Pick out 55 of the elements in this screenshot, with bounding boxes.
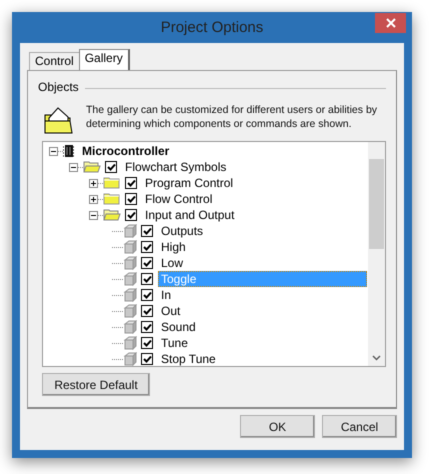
cube-icon — [123, 224, 137, 238]
checkbox[interactable] — [141, 241, 153, 253]
tree-item[interactable]: Low — [158, 255, 186, 271]
tree-item[interactable]: Tune — [158, 335, 191, 351]
tree-item[interactable]: Flowchart Symbols — [122, 159, 230, 175]
scrollbar[interactable] — [368, 142, 385, 366]
collapse-icon[interactable] — [49, 146, 58, 156]
cube-icon — [123, 256, 137, 270]
cube-icon — [123, 240, 137, 254]
tree-item[interactable]: Sound — [158, 319, 199, 335]
checkbox[interactable] — [105, 161, 117, 173]
description-text: The gallery can be customized for different users or abilities by determining which components or commands are shown. — [86, 103, 378, 131]
cube-icon — [123, 304, 137, 318]
cube-icon — [123, 336, 137, 350]
checkbox[interactable] — [125, 193, 137, 205]
checkbox[interactable] — [141, 353, 153, 365]
ok-button[interactable]: OK — [240, 415, 315, 438]
checkbox[interactable] — [141, 305, 153, 317]
tree-item[interactable]: In — [158, 287, 174, 303]
tree-item[interactable]: High — [158, 239, 189, 255]
close-button[interactable] — [375, 13, 406, 33]
cube-icon — [123, 320, 137, 334]
window-title: Project Options — [160, 19, 264, 36]
cancel-button[interactable]: Cancel — [322, 415, 397, 438]
checkbox[interactable] — [141, 225, 153, 237]
folder-icon — [42, 105, 74, 135]
checkbox[interactable] — [141, 289, 153, 301]
chip-icon — [63, 144, 75, 158]
checkbox[interactable] — [125, 177, 137, 189]
expand-icon[interactable] — [89, 178, 98, 188]
close-icon — [386, 18, 396, 28]
tab[interactable]: Gallery — [78, 49, 130, 70]
tree-item[interactable]: Outputs — [158, 223, 206, 239]
tab[interactable]: Control — [29, 52, 80, 70]
checkbox[interactable] — [125, 209, 137, 221]
checkbox[interactable] — [141, 321, 153, 333]
checkbox[interactable] — [141, 337, 153, 349]
restore-default-button[interactable]: Restore Default — [42, 373, 150, 396]
folder-icon — [103, 176, 121, 190]
cube-icon — [123, 288, 137, 302]
tree-item[interactable]: Stop Tune — [158, 351, 219, 366]
checkbox[interactable] — [141, 273, 153, 285]
tree-item[interactable]: Flow Control — [142, 191, 216, 207]
expand-icon[interactable] — [89, 194, 98, 204]
scrollbar-thumb[interactable] — [369, 159, 384, 249]
tree-item[interactable]: Input and Output — [142, 207, 238, 223]
cube-icon — [123, 272, 137, 286]
collapse-icon[interactable] — [89, 210, 98, 220]
checkbox[interactable] — [141, 257, 153, 269]
tree-item[interactable]: Program Control — [142, 175, 236, 191]
group-title: Objects — [38, 80, 79, 94]
tree-item[interactable]: Microcontroller — [79, 143, 172, 159]
tree-item[interactable]: Out — [158, 303, 184, 319]
folder-icon — [103, 192, 121, 206]
collapse-icon[interactable] — [69, 162, 78, 172]
